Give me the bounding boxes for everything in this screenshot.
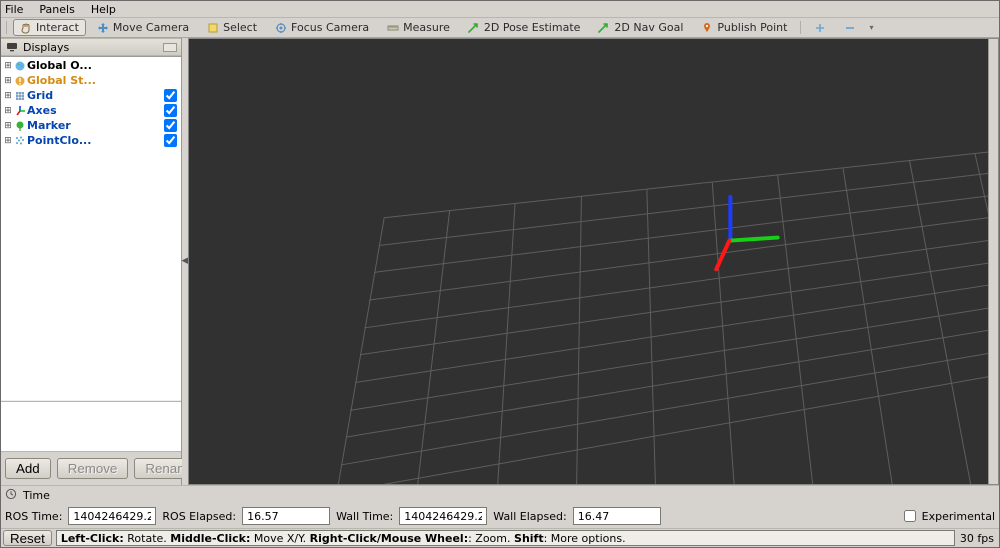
sidebar: Displays ⊞ Global O... ⊞ Global St... ⊞ <box>1 38 182 485</box>
expand-icon[interactable]: ⊞ <box>3 61 13 71</box>
fps-readout: 30 fps <box>959 532 997 545</box>
tool-measure[interactable]: Measure <box>380 19 457 36</box>
panel-title-label: Displays <box>23 41 69 54</box>
toolbar-overflow[interactable]: ▾ <box>867 23 873 32</box>
tool-label: Measure <box>403 21 450 34</box>
ros-elapsed-label: ROS Elapsed: <box>162 510 236 523</box>
pointcloud-icon <box>13 135 27 147</box>
expand-icon[interactable]: ⊞ <box>3 121 13 131</box>
tree-label: Axes <box>27 104 164 117</box>
tool-label: 2D Nav Goal <box>614 21 683 34</box>
tree-item-global-status[interactable]: ⊞ Global St... <box>1 73 181 88</box>
reset-button[interactable]: Reset <box>3 530 52 546</box>
menu-panels[interactable]: Panels <box>31 1 82 18</box>
minus-icon <box>844 22 856 34</box>
tree-label: Global O... <box>27 59 181 72</box>
tool-2d-pose-estimate[interactable]: 2D Pose Estimate <box>461 19 588 36</box>
arrow-green-icon <box>468 22 480 34</box>
experimental-label: Experimental <box>922 510 995 523</box>
earth-icon <box>13 60 27 72</box>
pin-icon <box>701 22 713 34</box>
wall-time-field[interactable] <box>399 507 487 525</box>
tool-label: 2D Pose Estimate <box>484 21 581 34</box>
ros-time-field[interactable] <box>68 507 156 525</box>
ros-elapsed-field[interactable] <box>242 507 330 525</box>
tree-item-marker[interactable]: ⊞ Marker <box>1 118 181 133</box>
tool-focus-camera[interactable]: Focus Camera <box>268 19 376 36</box>
displays-panel-header[interactable]: Displays <box>1 38 181 56</box>
tool-move-camera[interactable]: Move Camera <box>90 19 196 36</box>
tool-label: Focus Camera <box>291 21 369 34</box>
tool-publish-point[interactable]: Publish Point <box>694 19 794 36</box>
tool-2d-nav-goal[interactable]: 2D Nav Goal <box>591 19 690 36</box>
tree-item-global-options[interactable]: ⊞ Global O... <box>1 58 181 73</box>
viewport-wrap: ◀ <box>182 38 999 485</box>
wall-elapsed-field[interactable] <box>573 507 661 525</box>
menubar: File Panels Help <box>1 1 999 18</box>
wall-elapsed-label: Wall Elapsed: <box>493 510 566 523</box>
toolbar: Interact Move Camera Select Focus Camera… <box>1 18 999 38</box>
tree-label: Grid <box>27 89 164 102</box>
tool-label: Publish Point <box>717 21 787 34</box>
experimental-checkbox[interactable] <box>904 510 916 522</box>
marker-icon <box>13 120 27 132</box>
axes-icon <box>13 105 27 117</box>
expand-icon[interactable]: ⊞ <box>3 76 13 86</box>
remove-button[interactable]: Remove <box>57 458 129 479</box>
ruler-icon <box>387 22 399 34</box>
expand-icon[interactable]: ⊞ <box>3 106 13 116</box>
hand-icon <box>20 22 32 34</box>
clock-icon <box>5 488 19 503</box>
focus-icon <box>275 22 287 34</box>
viewport-scrollbar[interactable] <box>988 39 998 484</box>
panel-collapse-button[interactable] <box>163 43 177 52</box>
expand-icon[interactable]: ⊞ <box>3 136 13 146</box>
status-bar: Reset Left-Click: Rotate. Middle-Click: … <box>1 528 999 547</box>
tree-item-pointcloud[interactable]: ⊞ PointClo... <box>1 133 181 148</box>
3d-viewport[interactable] <box>188 38 999 485</box>
properties-panel <box>1 401 181 451</box>
tool-label: Select <box>223 21 257 34</box>
tree-checkbox[interactable] <box>164 134 177 147</box>
monitor-icon <box>5 41 19 53</box>
tree-label: Global St... <box>27 74 181 87</box>
displays-tree[interactable]: ⊞ Global O... ⊞ Global St... ⊞ Grid ⊞ <box>1 56 181 401</box>
tool-extra-2[interactable] <box>837 19 863 36</box>
tree-checkbox[interactable] <box>164 104 177 117</box>
tool-label: Move Camera <box>113 21 189 34</box>
tree-label: PointClo... <box>27 134 164 147</box>
select-icon <box>207 22 219 34</box>
tree-item-axes[interactable]: ⊞ Axes <box>1 103 181 118</box>
move-icon <box>97 22 109 34</box>
tree-label: Marker <box>27 119 164 132</box>
wall-time-label: Wall Time: <box>336 510 393 523</box>
add-button[interactable]: Add <box>5 458 51 479</box>
arrow-green-icon <box>598 22 610 34</box>
warn-icon <box>13 75 27 87</box>
time-panel-header[interactable]: Time <box>1 485 999 505</box>
interaction-hints: Left-Click: Rotate. Middle-Click: Move X… <box>56 530 955 546</box>
menu-help[interactable]: Help <box>83 1 124 18</box>
grid-icon <box>13 90 27 102</box>
tree-checkbox[interactable] <box>164 119 177 132</box>
plus-icon <box>814 22 826 34</box>
tool-select[interactable]: Select <box>200 19 264 36</box>
menu-file[interactable]: File <box>1 1 31 18</box>
tool-interact[interactable]: Interact <box>13 19 86 36</box>
ros-time-label: ROS Time: <box>5 510 62 523</box>
displays-buttons: Add Remove Rename <box>1 451 181 485</box>
tool-extra-1[interactable] <box>807 19 833 36</box>
tree-checkbox[interactable] <box>164 89 177 102</box>
expand-icon[interactable]: ⊞ <box>3 91 13 101</box>
time-values: ROS Time: ROS Elapsed: Wall Time: Wall E… <box>1 505 999 529</box>
tool-label: Interact <box>36 21 79 34</box>
panel-title-label: Time <box>23 489 50 502</box>
tree-item-grid[interactable]: ⊞ Grid <box>1 88 181 103</box>
